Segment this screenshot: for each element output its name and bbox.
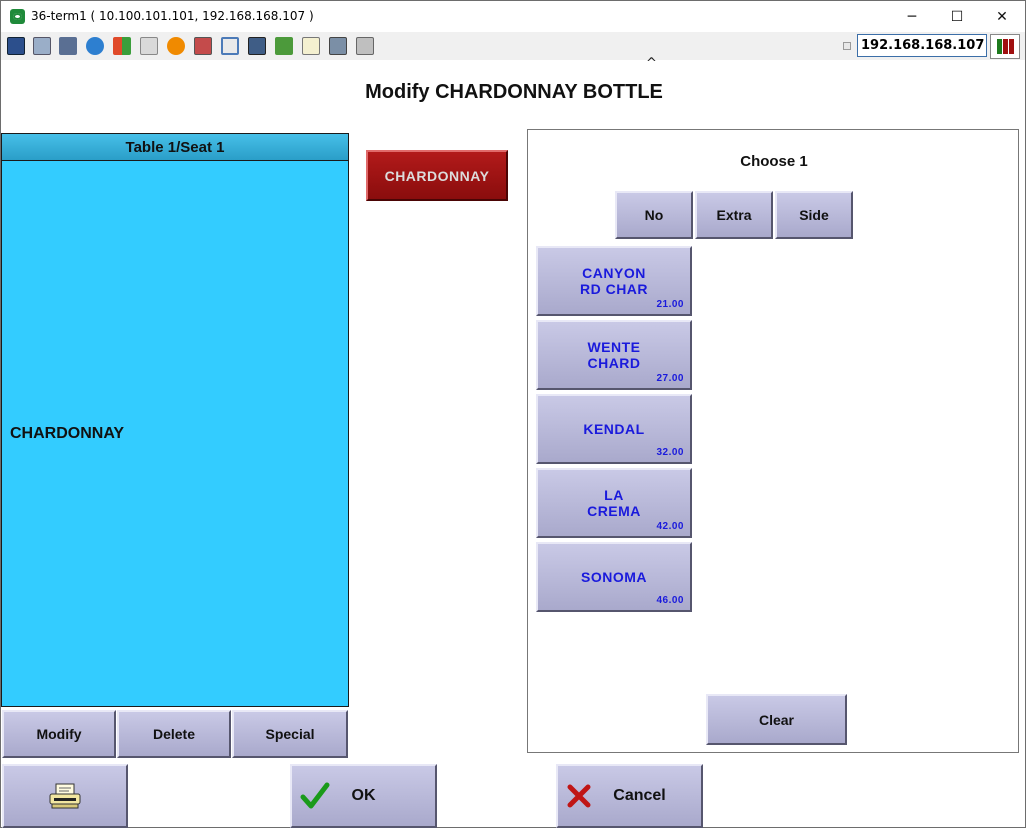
- checkmark-icon: [300, 782, 330, 809]
- wine-option-button[interactable]: WENTE CHARD 27.00: [536, 320, 692, 390]
- seat-header: Table 1/Seat 1: [2, 134, 348, 161]
- cancel-button[interactable]: Cancel: [556, 764, 703, 828]
- wine-price: 21.00: [656, 299, 684, 310]
- clear-button[interactable]: Clear: [706, 694, 847, 745]
- page-title: Modify CHARDONNAY BOTTLE: [365, 81, 663, 103]
- cancel-label: Cancel: [613, 787, 666, 804]
- window-title: 36-term1 ( 10.100.101.101, 192.168.168.1…: [31, 9, 314, 23]
- wine-price: 46.00: [656, 595, 684, 606]
- collapse-toolbar-icon[interactable]: ^: [646, 56, 657, 71]
- wine-option-button[interactable]: LA CREMA 42.00: [536, 468, 692, 538]
- wine-name-line2: RD CHAR: [579, 281, 649, 297]
- network-icon[interactable]: [194, 37, 212, 55]
- ip-address-field[interactable]: 192.168.168.107: [857, 34, 987, 57]
- tools-icon[interactable]: [59, 37, 77, 55]
- selected-item-button[interactable]: CHARDONNAY: [366, 150, 508, 201]
- minimize-button[interactable]: ─: [889, 1, 935, 32]
- title-bar: 36-term1 ( 10.100.101.101, 192.168.168.1…: [1, 1, 1025, 32]
- wine-option-button[interactable]: SONOMA 46.00: [536, 542, 692, 612]
- display-icon[interactable]: [248, 37, 266, 55]
- wine-price: 32.00: [656, 447, 684, 458]
- seat-order-panel: Table 1/Seat 1 CHARDONNAY: [1, 133, 349, 707]
- wine-name-line1: WENTE: [587, 339, 641, 355]
- close-button[interactable]: ✕: [979, 1, 1025, 32]
- ok-button[interactable]: OK: [290, 764, 437, 828]
- alert-icon[interactable]: [167, 37, 185, 55]
- windows-icon[interactable]: [33, 37, 51, 55]
- keyboard-icon[interactable]: [140, 37, 158, 55]
- wine-option-button[interactable]: CANYON RD CHAR 21.00: [536, 246, 692, 316]
- connection-indicator: [843, 42, 851, 50]
- wine-name-line1: CANYON: [582, 265, 646, 281]
- modify-button[interactable]: Modify: [2, 710, 116, 758]
- wine-name-line2: CHARD: [587, 355, 641, 371]
- order-item[interactable]: CHARDONNAY: [10, 425, 124, 443]
- extra-modifier-button[interactable]: Extra: [695, 191, 773, 239]
- side-modifier-button[interactable]: Side: [775, 191, 853, 239]
- refresh-icon[interactable]: [86, 37, 104, 55]
- wine-name-line1: LA: [604, 487, 624, 503]
- no-modifier-button[interactable]: No: [615, 191, 693, 239]
- ok-label: OK: [351, 787, 376, 804]
- wine-price: 42.00: [656, 521, 684, 532]
- special-button[interactable]: Special: [232, 710, 348, 758]
- choose-label: Choose 1: [740, 153, 808, 170]
- delete-button[interactable]: Delete: [117, 710, 231, 758]
- chat-icon[interactable]: [356, 37, 374, 55]
- wine-option-button[interactable]: KENDAL 32.00: [536, 394, 692, 464]
- notepad-icon[interactable]: [302, 37, 320, 55]
- status-bars-icon: [990, 34, 1020, 59]
- application-window: 36-term1 ( 10.100.101.101, 192.168.168.1…: [0, 0, 1026, 828]
- printer-icon: [49, 783, 81, 809]
- wine-name-line2: CREMA: [587, 503, 641, 519]
- monitor-icon[interactable]: [7, 37, 25, 55]
- picture-icon[interactable]: [329, 37, 347, 55]
- wine-name-line1: KENDAL: [583, 421, 645, 437]
- maximize-button[interactable]: ☐: [934, 1, 980, 32]
- flag-icon[interactable]: [113, 37, 131, 55]
- eye-icon: [10, 9, 25, 24]
- download-icon[interactable]: [275, 37, 293, 55]
- wine-name-line1: SONOMA: [581, 569, 647, 585]
- red-x-icon: [567, 784, 591, 808]
- fullscreen-icon[interactable]: [221, 37, 239, 55]
- print-button[interactable]: [2, 764, 128, 828]
- wine-price: 27.00: [656, 373, 684, 384]
